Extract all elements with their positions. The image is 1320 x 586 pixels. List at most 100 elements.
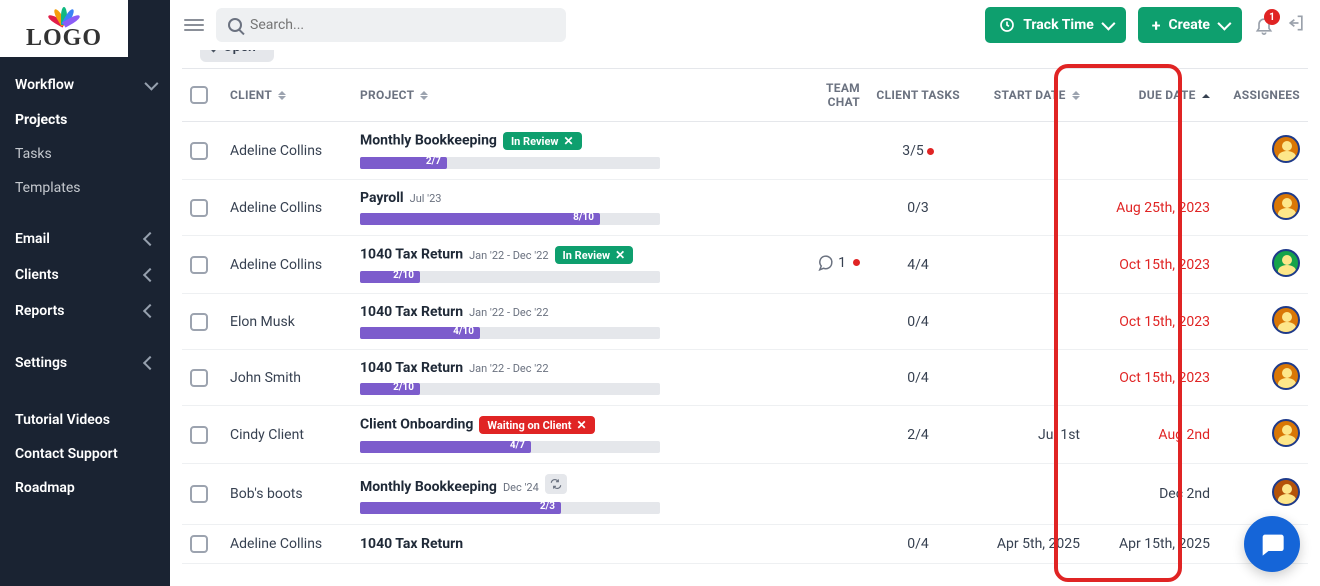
status-tag[interactable]: Waiting on Client✕ [479,416,594,434]
track-time-button[interactable]: Track Time [985,7,1126,43]
chevron-left-icon [143,356,157,370]
nav-reports[interactable]: Reports [0,293,170,329]
start-date-cell [968,464,1088,525]
assignee-avatar[interactable] [1272,192,1300,220]
client-cell: Elon Musk [222,294,352,350]
header-assignees[interactable]: ASSIGNEES [1218,69,1308,122]
row-checkbox[interactable] [190,256,208,274]
nav-tasks[interactable]: Tasks [0,137,170,171]
open-filter-pill[interactable]: Open [200,50,274,62]
logo-icon [49,5,79,25]
table-row[interactable]: Adeline Collins PayrollJul '23 8/10 0/3 … [182,180,1308,236]
table-row[interactable]: Adeline Collins 1040 Tax Return 0/4 Apr … [182,525,1308,564]
search-box[interactable] [216,8,566,42]
row-checkbox[interactable] [190,369,208,387]
header-project[interactable]: PROJECT [352,69,788,122]
assignee-avatar[interactable] [1272,135,1300,163]
logout-icon[interactable] [1286,13,1306,37]
progress-bar: 4/10 [360,327,660,339]
table-row[interactable]: Bob's boots Monthly BookkeepingDec '24 2… [182,464,1308,525]
sort-icon [420,91,428,100]
progress-bar: 4/7 [360,441,660,453]
row-checkbox[interactable] [190,426,208,444]
nav-clients-label: Clients [15,267,59,283]
due-date-cell: Dec 2nd [1088,464,1218,525]
status-tag[interactable]: In Review✕ [555,246,634,264]
project-title[interactable]: Monthly Bookkeeping [360,133,497,149]
start-date-cell [968,294,1088,350]
close-icon[interactable]: ✕ [615,248,625,262]
menu-icon[interactable] [184,19,204,31]
logo[interactable]: LOGO [0,0,128,57]
nav-tutorial[interactable]: Tutorial Videos [0,403,170,437]
project-title[interactable]: Client Onboarding [360,417,473,433]
tasks-cell: 0/4 [868,525,968,564]
assignee-avatar[interactable] [1272,478,1300,506]
header-client-tasks[interactable]: CLIENT TASKS [868,69,968,122]
assignee-avatar[interactable] [1272,249,1300,277]
progress-bar: 2/3 [360,502,660,514]
project-title[interactable]: 1040 Tax Return [360,536,463,552]
project-period: Jan '22 - Dec '22 [469,249,548,262]
project-title[interactable]: Payroll [360,190,404,206]
project-title[interactable]: 1040 Tax Return [360,247,463,263]
header-client[interactable]: CLIENT [222,69,352,122]
table-row[interactable]: Elon Musk 1040 Tax Return Jan '22 - Dec '… [182,294,1308,350]
create-button[interactable]: + Create [1138,7,1242,43]
project-title[interactable]: 1040 Tax Return [360,360,463,376]
support-chat-button[interactable] [1244,516,1300,572]
chevron-down-icon [1101,17,1115,31]
assignee-avatar[interactable] [1272,419,1300,447]
nav-workflow[interactable]: Workflow [0,67,170,103]
chevron-left-icon [143,232,157,246]
select-all-checkbox[interactable] [190,86,208,104]
search-input[interactable] [250,17,554,33]
task-dot [927,148,934,155]
due-date-cell: Oct 15th, 2023 [1088,350,1218,406]
status-tag[interactable]: In Review✕ [503,132,582,150]
tasks-cell: 0/3 [868,180,968,236]
header-start-date[interactable]: START DATE [968,69,1088,122]
progress-label: 8/10 [573,212,594,223]
nav-templates[interactable]: Templates [0,171,170,205]
table-row[interactable]: Adeline Collins Monthly BookkeepingIn Re… [182,122,1308,180]
nav-settings[interactable]: Settings [0,345,170,381]
nav-projects[interactable]: Projects [0,103,170,137]
notification-bell[interactable]: 1 [1254,15,1274,35]
nav-email[interactable]: Email [0,221,170,257]
header-team-chat[interactable]: TEAM CHAT [788,69,868,122]
row-checkbox[interactable] [190,142,208,160]
table-row[interactable]: Adeline Collins 1040 Tax Return Jan '22 -… [182,236,1308,294]
progress-label: 4/10 [453,326,474,337]
project-title[interactable]: Monthly Bookkeeping [360,479,497,495]
header-client-label: CLIENT [230,88,272,102]
project-title[interactable]: 1040 Tax Return [360,304,463,320]
row-checkbox[interactable] [190,313,208,331]
nav-clients[interactable]: Clients [0,257,170,293]
client-cell: John Smith [222,350,352,406]
chevron-down-icon [144,77,158,91]
progress-bar: 2/10 [360,383,660,395]
row-checkbox[interactable] [190,199,208,217]
header-due-date[interactable]: DUE DATE [1088,69,1218,122]
chevron-left-icon [143,268,157,282]
table-row[interactable]: Cindy Client Client OnboardingWaiting on… [182,406,1308,464]
tasks-cell: 0/4 [868,350,968,406]
close-icon[interactable]: ✕ [563,134,573,148]
chevron-left-icon [143,304,157,318]
table-row[interactable]: John Smith 1040 Tax ReturnJan '22 - Dec … [182,350,1308,406]
sidebar: LOGO Workflow Projects Tasks Templates E… [0,0,170,586]
project-period: Jan '22 - Dec '22 [469,306,548,319]
progress-label: 2/7 [426,156,441,167]
assignee-avatar[interactable] [1272,306,1300,334]
close-icon[interactable]: ✕ [576,418,586,432]
assignee-avatar[interactable] [1272,362,1300,390]
row-checkbox[interactable] [190,535,208,553]
progress-bar: 2/7 [360,157,660,169]
client-cell: Adeline Collins [222,236,352,294]
nav-roadmap[interactable]: Roadmap [0,471,170,505]
chat-count[interactable]: 1 [816,254,860,272]
row-checkbox[interactable] [190,485,208,503]
nav-support[interactable]: Contact Support [0,437,170,471]
header-project-label: PROJECT [360,88,414,102]
